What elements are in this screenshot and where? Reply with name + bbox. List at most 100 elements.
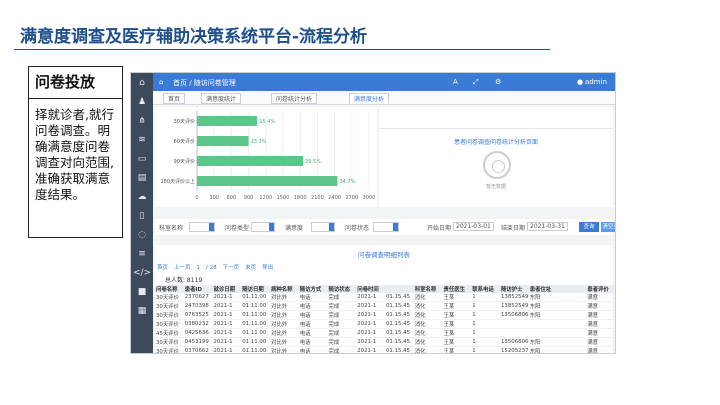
tab-satisfaction-analysis[interactable]: 满意度分析 [349,93,390,104]
table-cell: 2021-1 [212,337,242,347]
table-cell: 电话 [298,337,328,347]
pager-item[interactable]: 导出 [262,265,273,271]
clear-filters-button[interactable]: 清空查询条件 [601,222,615,232]
table-cell: 1 [471,310,500,320]
table-row[interactable]: 30天评价 2370627 2021-1 01.11.00 对比外 电话 完成 2021-1 0… [155,293,615,302]
column-header[interactable]: 随访方式 [298,285,328,293]
filter-status-select[interactable] [373,222,399,232]
user-icon[interactable]: ● [577,78,583,86]
column-header[interactable]: 患者住址 [528,285,558,293]
bar [197,176,338,186]
home-icon[interactable]: ⌂ [131,74,153,92]
filter-label-dept: 科室名称 [159,225,184,232]
column-header[interactable]: 随访状态 [327,285,357,293]
layers-icon[interactable]: ≋ [131,131,153,149]
table-cell: 王某 [442,301,472,311]
pager-item[interactable]: / 28 [206,265,217,271]
column-header[interactable]: 责任医生 [442,285,472,293]
column-header[interactable]: 患者评价 [586,285,615,293]
cloud-icon[interactable]: ☁ [131,188,153,206]
column-header[interactable]: 随访护士 [500,285,529,293]
pager-item[interactable]: 上一页 [174,265,191,271]
breadcrumb: 首页 / 随访问卷管理 [173,79,236,87]
table-cell: 对比外 [270,301,299,311]
column-header[interactable]: 科室名称 [413,285,443,293]
table-row[interactable]: 30天评价 0370662 2021-1 01.11.00 对比外 电话 完成 2021-1 0… [155,346,615,353]
filter-dept-select[interactable] [189,222,215,232]
table-cell: 王某 [442,293,472,302]
column-header[interactable]: 就诊日期 [212,285,242,293]
table-cell: 满意 [586,319,615,329]
column-header[interactable]: 患者ID [183,285,213,293]
table-row[interactable]: 30天评价 2470398 2021-1 01.11.00 对比外 电话 完成 2021-1 0… [155,301,615,311]
query-button[interactable]: 查询 [579,222,599,232]
table-cell: 01.11.00 [241,301,270,311]
table-cell: 01.15.45 [385,328,414,338]
table-cell [500,319,529,329]
table-cell: 2470398 [183,301,213,311]
step-body: 择就诊者,就行问卷调查。明确满意度问卷调查对向范围,准确获取满意度结果。 [35,107,114,202]
tab-bar: 首页 满意度统计 问卷统计分析 满意度分析 [153,91,615,105]
table-cell: 消化 [413,319,443,329]
pager-item[interactable]: 下一页 [223,265,240,271]
table-cell [557,337,587,347]
app-screenshot: ⌂ ♟ ⋔ ≋ ▭ ▤ ☁ ▯ ◌ ≡ </> ■ ▦ ⌂ 首页 / 随访问卷管理 A ⤢ ⚙ ● ad… [130,72,616,354]
share-icon[interactable]: ⋔ [131,112,153,130]
end-date-input[interactable]: 2021-03-31 [527,222,568,231]
table-row[interactable]: 30天评价 0453199 2021-1 01.11.00 对比外 电话 完成 2021-1 0… [155,337,615,347]
pager-item[interactable]: 1 [197,265,201,271]
fullscreen-icon[interactable]: ⤢ [473,78,479,87]
table-cell: 01.11.00 [241,346,270,353]
table-row[interactable]: 30天评价 0763525 2021-1 01.11.00 对比外 电话 完成 2021-1 0… [155,310,615,320]
square-icon[interactable]: ■ [131,283,153,301]
bar-chart-panel: 0 300 600 900 1200 1500 1800 2100 2400 2700 3000 30… [155,107,377,207]
table-cell: 对比外 [270,310,299,320]
code-icon[interactable]: </> [131,264,153,282]
filter-satisfaction-select[interactable] [311,222,335,232]
table-cell: 消化 [413,293,443,302]
start-date-input[interactable]: 2021-03-01 [453,222,494,231]
bar [197,136,249,146]
home-icon[interactable]: ⌂ [159,78,163,86]
table-cell: 30天评价 [155,319,184,329]
phone-icon[interactable]: ▯ [131,207,153,225]
side-nav: ⌂ ♟ ⋔ ≋ ▭ ▤ ☁ ▯ ◌ ≡ </> ■ ▦ [131,73,153,353]
user-icon[interactable]: ♟ [131,93,153,111]
monitor-icon[interactable]: ▭ [131,150,153,168]
list-icon[interactable]: ≡ [131,245,153,263]
table-cell: 1 [471,293,500,302]
table-cell: 完成 [327,328,357,338]
filter-type-select[interactable] [251,222,275,232]
column-header[interactable] [557,285,587,293]
tab-questionnaire-analysis[interactable]: 问卷统计分析 [271,93,318,104]
pager-item[interactable]: 首页 [157,265,168,271]
table-cell: 01.15.45 [385,319,414,329]
table-cell [557,301,587,311]
table-cell: 2021-1 [356,293,385,302]
pager-item[interactable]: 末页 [245,265,256,271]
x-tick-label: 0 [195,195,198,201]
font-size-button[interactable]: A [453,78,458,86]
table-cell [557,346,587,353]
column-header[interactable] [385,285,414,293]
table-cell: 消化 [413,301,443,311]
table-cell: 电话 [298,319,328,329]
file-icon[interactable]: ▤ [131,169,153,187]
chat-icon[interactable]: ◌ [131,226,153,244]
table-row[interactable]: 45天评价 0425636 2021-1 01.11.00 对比外 电话 完成 2021-1 0… [155,328,615,338]
table-cell: 30天评价 [155,293,184,302]
settings-icon[interactable]: ⚙ [495,78,501,86]
column-header[interactable]: 问卷时间 [356,285,385,293]
table-cell: 2021-1 [356,337,385,347]
column-header[interactable]: 病种名称 [270,285,299,293]
column-header[interactable]: 随访日期 [241,285,270,293]
user-name[interactable]: admin [585,78,607,86]
table-cell: 2021-1 [356,301,385,311]
tab-home[interactable]: 首页 [163,93,186,104]
x-tick-label: 600 [227,195,237,201]
grid-icon[interactable]: ▦ [131,302,153,320]
table-row[interactable]: 30天评价 0380232 2021-1 01.11.00 对比外 电话 完成 2021-1 0… [155,319,615,329]
column-header[interactable]: 问卷名称 [155,285,184,293]
tab-satisfaction-stats[interactable]: 满意度统计 [201,93,242,104]
column-header[interactable]: 联系电话 [471,285,500,293]
